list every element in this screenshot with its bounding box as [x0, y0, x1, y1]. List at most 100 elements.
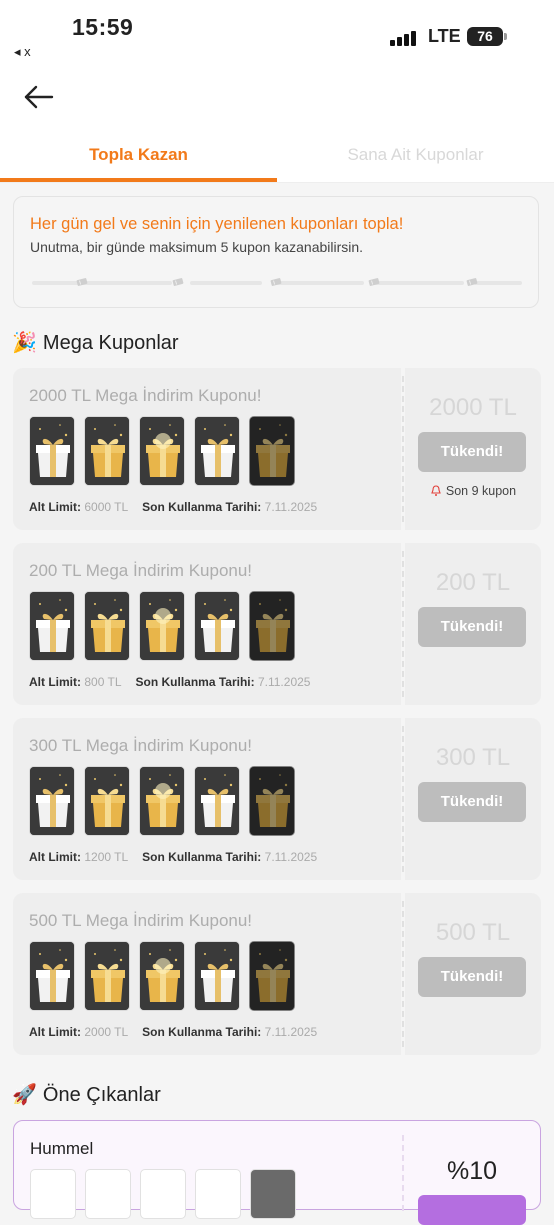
tab-bar: Topla Kazan Sana Ait Kuponlar: [0, 126, 554, 183]
gift-box-image: [29, 941, 75, 1011]
mega-coupon-card: 300 TL Mega İndirim Kuponu! Alt Limit: 12…: [13, 718, 541, 880]
coupon-amount: 200 TL: [435, 569, 511, 596]
min-limit-label: Alt Limit:: [29, 850, 81, 864]
section-title-text: Öne Çıkanlar: [42, 1084, 161, 1106]
product-thumbnail: [30, 1169, 76, 1219]
rocket-icon: 🚀: [12, 1084, 37, 1106]
min-limit-value: 1200 TL: [84, 850, 129, 864]
progress-segment: [136, 281, 172, 285]
gift-box-image: [29, 591, 75, 661]
min-limit-label: Alt Limit:: [29, 675, 81, 689]
sold-out-button[interactable]: Tükendi!: [418, 782, 526, 822]
coupon-title: 300 TL Mega İndirim Kuponu!: [29, 736, 253, 755]
coupon-meta: Alt Limit: 6000 TL Son Kullanma Tarihi: 7…: [29, 500, 317, 514]
mega-coupon-card: 200 TL Mega İndirim Kuponu! Alt Limit: 80…: [13, 543, 541, 705]
status-bar: 15:59 ◂ x LTE 76: [0, 0, 554, 70]
back-to-app-link[interactable]: ◂ x: [14, 44, 31, 60]
expiry-value: 7.11.2025: [264, 1025, 318, 1039]
sold-out-button[interactable]: Tükendi!: [418, 432, 526, 472]
coupon-action-panel: 2000 TL Tükendi! Son 9 kupon: [405, 368, 541, 530]
battery-icon: 76: [467, 27, 503, 46]
product-thumbnail: [140, 1169, 186, 1219]
min-limit-label: Alt Limit:: [29, 500, 81, 514]
section-title-text: Mega Kuponlar: [42, 332, 179, 354]
bell-icon: [431, 485, 441, 496]
featured-discount: %10: [446, 1157, 498, 1185]
coupon-amount: 500 TL: [435, 919, 511, 946]
expiry-label: Son Kullanma Tarihi:: [135, 675, 255, 689]
coupon-title: 2000 TL Mega İndirim Kuponu!: [29, 386, 262, 405]
coupon-title: 500 TL Mega İndirim Kuponu!: [29, 911, 253, 930]
coupon-amount: 2000 TL: [429, 394, 517, 421]
expiry-label: Son Kullanma Tarihi:: [142, 850, 262, 864]
progress-segment: [474, 281, 522, 285]
mega-coupon-card: 500 TL Mega İndirim Kuponu! Alt Limit: 20…: [13, 893, 541, 1055]
network-type: LTE: [428, 26, 461, 46]
navigation-bar: [0, 70, 554, 126]
sold-out-button[interactable]: Tükendi!: [418, 957, 526, 997]
coupon-divider: [402, 551, 404, 697]
section-title-featured: 🚀 Öne Çıkanlar: [12, 1082, 161, 1107]
gift-box-image: [139, 941, 185, 1011]
back-arrow-icon[interactable]: [22, 82, 56, 112]
sold-out-button[interactable]: Tükendi!: [418, 607, 526, 647]
coupon-action-panel: 300 TL Tükendi!: [405, 718, 541, 880]
gift-box-image: [194, 766, 240, 836]
info-title: Her gün gel ve senin için yenilenen kupo…: [30, 215, 404, 233]
min-limit-value: 800 TL: [84, 675, 122, 689]
gift-box-image: [249, 416, 295, 486]
product-thumbnail: [250, 1169, 296, 1219]
coupon-divider: [402, 376, 404, 522]
gift-box-image: [249, 766, 295, 836]
tab-topla-kazan[interactable]: Topla Kazan: [0, 126, 277, 182]
coupon-ticket-icon: [466, 278, 478, 286]
active-tab-indicator: [0, 178, 277, 182]
info-subtitle: Unutma, bir günde maksimum 5 kupon kazan…: [30, 239, 364, 255]
progress-segment: [274, 281, 364, 285]
coupon-divider: [402, 901, 404, 1047]
product-thumbnail: [195, 1169, 241, 1219]
expiry-value: 7.11.2025: [264, 850, 318, 864]
battery-tip: [504, 33, 507, 40]
gift-box-image: [139, 766, 185, 836]
coupon-info-panel: 500 TL Mega İndirim Kuponu! Alt Limit: 20…: [13, 893, 401, 1055]
expiry-label: Son Kullanma Tarihi:: [142, 500, 262, 514]
gift-box-image: [194, 416, 240, 486]
progress-segment: [370, 281, 464, 285]
product-thumbnail: [85, 1169, 131, 1219]
gift-box-image: [84, 591, 130, 661]
coupon-info-panel: 300 TL Mega İndirim Kuponu! Alt Limit: 12…: [13, 718, 401, 880]
coupon-info-panel: 200 TL Mega İndirim Kuponu! Alt Limit: 80…: [13, 543, 401, 705]
gift-box-image: [84, 941, 130, 1011]
featured-coupon-card[interactable]: Hummel %10: [13, 1120, 541, 1225]
coupon-ticket-icon: [172, 278, 184, 286]
gift-box-image: [29, 416, 75, 486]
min-limit-value: 2000 TL: [84, 1025, 129, 1039]
gift-box-image: [194, 941, 240, 1011]
section-title-mega: 🎉 Mega Kuponlar: [12, 330, 179, 355]
coupon-meta: Alt Limit: 800 TL Son Kullanma Tarihi: 7.…: [29, 675, 310, 689]
coupon-ticket-icon: [368, 278, 380, 286]
gift-box-image: [139, 591, 185, 661]
coupon-info-panel: 2000 TL Mega İndirim Kuponu! Alt Limit: 6…: [13, 368, 401, 530]
expiry-label: Son Kullanma Tarihi:: [142, 1025, 262, 1039]
gift-box-image: [194, 591, 240, 661]
min-limit-value: 6000 TL: [84, 500, 129, 514]
gift-box-image: [84, 416, 130, 486]
gift-box-image: [84, 766, 130, 836]
remaining-coupons: Son 9 kupon: [405, 484, 541, 498]
coupon-divider: [402, 726, 404, 872]
coupon-meta: Alt Limit: 1200 TL Son Kullanma Tarihi: 7…: [29, 850, 317, 864]
coupon-meta: Alt Limit: 2000 TL Son Kullanma Tarihi: 7…: [29, 1025, 317, 1039]
coupon-title: 200 TL Mega İndirim Kuponu!: [29, 561, 253, 580]
mega-coupon-card: 2000 TL Mega İndirim Kuponu! Alt Limit: 6…: [13, 368, 541, 530]
coupon-amount: 300 TL: [435, 744, 511, 771]
remaining-text: Son 9 kupon: [445, 484, 517, 498]
signal-icon: [390, 30, 420, 46]
tab-sana-ait-kuponlar[interactable]: Sana Ait Kuponlar: [277, 126, 554, 182]
coupon-action-panel: 500 TL Tükendi!: [405, 893, 541, 1055]
party-icon: 🎉: [12, 332, 37, 354]
progress-segment: [190, 281, 262, 285]
coupon-ticket-icon: [270, 278, 282, 286]
min-limit-label: Alt Limit:: [29, 1025, 81, 1039]
